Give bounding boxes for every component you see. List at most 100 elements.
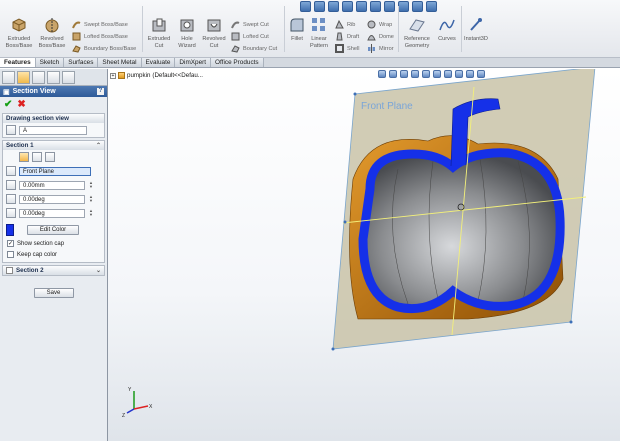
view-icon[interactable] xyxy=(426,1,437,12)
group-header[interactable]: Section 1 ⌃ xyxy=(3,141,104,150)
extruded-cut-button[interactable]: Extruded Cut xyxy=(145,16,173,50)
reference-geometry-button[interactable]: Reference Geometry xyxy=(401,16,433,50)
checkbox-checked-icon[interactable]: ✓ xyxy=(7,240,14,247)
hole-wizard-icon xyxy=(180,19,194,32)
lofted-cut-icon xyxy=(231,32,240,41)
tab-surfaces[interactable]: Surfaces xyxy=(64,58,99,67)
right-plane-toggle-icon[interactable] xyxy=(45,152,55,162)
section-view-icon: ▣ xyxy=(3,88,10,96)
expand-icon[interactable]: ⌄ xyxy=(96,267,101,274)
top-plane-toggle-icon[interactable] xyxy=(32,152,42,162)
show-section-cap-checkbox[interactable]: ✓ Show section cap xyxy=(3,238,104,249)
keep-cap-color-checkbox[interactable]: Keep cap color xyxy=(3,249,104,262)
boundary-boss-button[interactable]: Boundary Boss/Base xyxy=(72,44,136,53)
offset-distance-field[interactable]: 0.00mm xyxy=(19,180,85,190)
view-icon[interactable] xyxy=(370,1,381,12)
tab-evaluate[interactable]: Evaluate xyxy=(141,58,176,67)
view-icon[interactable] xyxy=(384,1,395,12)
plane-handle[interactable] xyxy=(353,92,357,96)
view-icon[interactable] xyxy=(412,1,423,12)
view-toolbar xyxy=(300,1,437,12)
boundary-cut-button[interactable]: Boundary Cut xyxy=(231,44,277,53)
x-rotation-spinner[interactable]: ▲ ▼ xyxy=(88,194,94,204)
plane-handle[interactable] xyxy=(343,220,347,224)
cap-color-swatch xyxy=(6,224,14,236)
draft-button[interactable]: Draft xyxy=(335,32,359,41)
rib-button[interactable]: Rib xyxy=(335,20,355,29)
property-manager-icon[interactable] xyxy=(17,71,30,84)
reverse-direction-icon[interactable] xyxy=(6,166,16,176)
section-name-field[interactable]: A xyxy=(19,125,87,135)
reference-plane-field[interactable]: Front Plane xyxy=(19,166,91,176)
swept-cut-button[interactable]: Swept Cut xyxy=(231,20,269,29)
cancel-x-icon[interactable]: ✖ xyxy=(17,99,25,110)
revolved-cut-icon xyxy=(207,19,221,32)
feature-manager-icon[interactable] xyxy=(2,71,15,84)
x-rotation-row: 0.00deg ▲ ▼ xyxy=(3,192,104,206)
ribbon-divider xyxy=(142,6,143,52)
page-title: Section View xyxy=(12,88,56,95)
ribbon-divider xyxy=(398,6,399,52)
linear-pattern-button[interactable]: Linear Pattern xyxy=(307,16,331,50)
curves-icon xyxy=(439,19,455,31)
x-rotation-field[interactable]: 0.00deg xyxy=(19,194,85,204)
tab-office-products[interactable]: Office Products xyxy=(211,58,264,67)
front-plane-toggle-icon[interactable] xyxy=(19,152,29,162)
mirror-button[interactable]: Mirror xyxy=(367,44,394,53)
configuration-manager-icon[interactable] xyxy=(32,71,45,84)
shell-button[interactable]: Shell xyxy=(335,44,359,53)
wrap-button[interactable]: Wrap xyxy=(367,20,392,29)
offset-spinner[interactable]: ▲ ▼ xyxy=(88,180,94,190)
dimxpert-manager-icon[interactable] xyxy=(47,71,60,84)
swept-boss-button[interactable]: Swept Boss/Base xyxy=(72,20,128,29)
svg-text:Y: Y xyxy=(128,387,132,393)
section-label-icon xyxy=(6,125,16,135)
property-manager-title-bar: ▣ Section View ? xyxy=(0,86,107,97)
y-rotation-field[interactable]: 0.00deg xyxy=(19,208,85,218)
edit-color-button[interactable]: Edit Color xyxy=(27,225,79,235)
fillet-icon xyxy=(290,18,304,32)
fillet-button[interactable]: Fillet xyxy=(286,16,308,43)
view-icon[interactable] xyxy=(328,1,339,12)
group-header[interactable]: Drawing section view xyxy=(3,114,104,123)
lofted-boss-icon xyxy=(72,32,81,41)
save-button[interactable]: Save xyxy=(33,288,74,298)
revolved-cut-button[interactable]: Revolved Cut xyxy=(200,16,228,50)
collapse-icon[interactable]: ⌃ xyxy=(96,142,101,149)
view-icon[interactable] xyxy=(398,1,409,12)
section-2-checkbox[interactable] xyxy=(6,267,13,274)
graphics-area[interactable]: + pumpkin (Default<<Defau... Front Plane xyxy=(108,69,620,441)
plane-handle[interactable] xyxy=(331,347,335,351)
tab-sketch[interactable]: Sketch xyxy=(35,58,65,67)
extruded-cut-icon xyxy=(152,18,166,32)
curves-button[interactable]: Curves xyxy=(435,16,459,43)
view-icon[interactable] xyxy=(314,1,325,12)
hole-wizard-button[interactable]: Hole Wizard xyxy=(174,16,200,50)
view-icon[interactable] xyxy=(342,1,353,12)
swept-cut-icon xyxy=(231,21,240,29)
instant3d-button[interactable]: Instant3D xyxy=(462,16,490,43)
revolved-boss-button[interactable]: Revolved Boss/Base xyxy=(36,16,68,50)
display-manager-icon[interactable] xyxy=(62,71,75,84)
tab-dimxpert[interactable]: DimXpert xyxy=(175,58,212,67)
checkbox-unchecked-icon[interactable] xyxy=(7,251,14,258)
ok-check-icon[interactable]: ✔ xyxy=(4,99,12,110)
group-header[interactable]: Section 2 ⌄ xyxy=(3,266,104,275)
plane-handle[interactable] xyxy=(569,320,573,324)
tab-sheet-metal[interactable]: Sheet Metal xyxy=(98,58,142,67)
help-icon[interactable]: ? xyxy=(97,88,104,95)
svg-text:X: X xyxy=(149,404,153,410)
command-manager-tabs: Features Sketch Surfaces Sheet Metal Eva… xyxy=(0,58,620,68)
shell-icon xyxy=(335,44,344,53)
view-icon[interactable] xyxy=(300,1,311,12)
revolved-boss-icon xyxy=(45,18,59,33)
lofted-boss-button[interactable]: Lofted Boss/Base xyxy=(72,32,128,41)
draft-icon xyxy=(336,32,343,41)
view-icon[interactable] xyxy=(356,1,367,12)
tab-features[interactable]: Features xyxy=(0,58,36,67)
dome-button[interactable]: Dome xyxy=(367,32,394,41)
extruded-boss-button[interactable]: Extruded Boss/Base xyxy=(4,16,34,50)
lofted-cut-button[interactable]: Lofted Cut xyxy=(231,32,269,41)
y-rotation-spinner[interactable]: ▲ ▼ xyxy=(88,208,94,218)
linear-pattern-icon xyxy=(312,18,325,31)
